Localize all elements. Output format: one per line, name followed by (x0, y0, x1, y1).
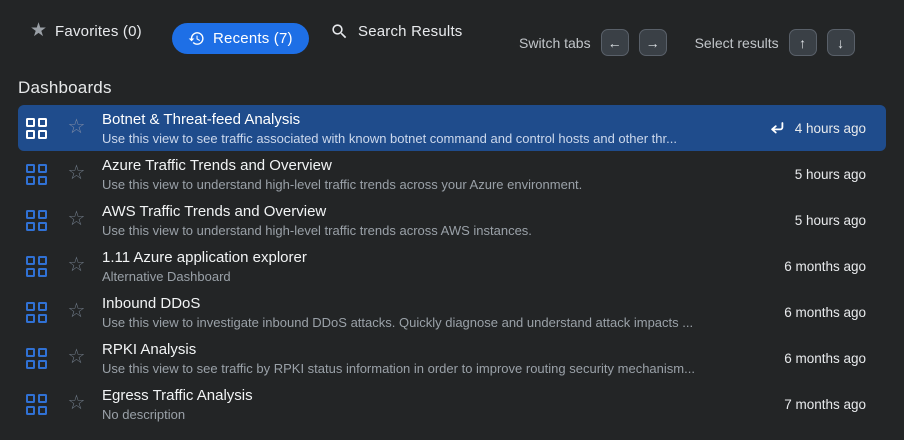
dashboard-grid-icon (26, 301, 47, 323)
item-text: 1.11 Azure application explorer Alternat… (102, 249, 307, 284)
item-meta: 6 months ago (784, 259, 886, 274)
favorite-star-icon[interactable]: ☆ (66, 347, 87, 367)
tab-favorites-label: Favorites (0) (55, 23, 142, 40)
item-meta: 4 hours ago (768, 119, 886, 137)
dashboard-grid-icon (26, 255, 47, 277)
item-meta: 6 months ago (784, 351, 886, 366)
item-description: Use this view to investigate inbound DDo… (102, 314, 694, 330)
history-icon (188, 30, 205, 47)
item-description: Use this view to see traffic associated … (102, 130, 677, 146)
keyboard-shortcuts: Switch tabs ← → Select results ↑ ↓ (519, 29, 855, 56)
item-description: Use this view to understand high-level t… (102, 222, 532, 238)
dashboard-grid-icon (26, 209, 47, 231)
enter-key-icon (768, 119, 786, 137)
item-title: 1.11 Azure application explorer (102, 248, 307, 266)
item-title: RPKI Analysis (102, 340, 197, 358)
dashboard-list: ☆ Botnet & Threat-feed Analysis Use this… (18, 105, 886, 427)
item-description: No description (102, 406, 186, 422)
item-meta: 5 hours ago (795, 167, 886, 182)
tab-bar: ★ Favorites (0) Recents (7) Search Resul… (0, 0, 904, 70)
timestamp: 6 months ago (784, 350, 866, 366)
item-title: Inbound DDoS (102, 294, 201, 312)
item-text: Inbound DDoS Use this view to investigat… (102, 295, 693, 330)
item-description: Use this view to understand high-level t… (102, 176, 583, 192)
favorite-star-icon[interactable]: ☆ (66, 301, 87, 321)
star-filled-icon: ★ (30, 20, 48, 41)
timestamp: 5 hours ago (794, 212, 866, 228)
section-title: Dashboards (18, 78, 112, 97)
list-item[interactable]: ☆ Egress Traffic Analysis No description… (18, 381, 886, 427)
timestamp: 6 months ago (784, 304, 866, 320)
dashboard-grid-icon (26, 117, 47, 139)
item-text: Botnet & Threat-feed Analysis Use this v… (102, 111, 677, 146)
dashboard-search-panel: ★ Favorites (0) Recents (7) Search Resul… (0, 0, 904, 440)
list-item[interactable]: ☆ 1.11 Azure application explorer Altern… (18, 243, 886, 289)
dashboard-grid-icon (26, 163, 47, 185)
timestamp: 6 months ago (784, 258, 866, 274)
timestamp: 4 hours ago (794, 120, 866, 136)
arrow-up-button[interactable]: ↑ (788, 29, 817, 56)
item-meta: 7 months ago (784, 397, 886, 412)
dashboard-grid-icon (26, 393, 47, 415)
list-item[interactable]: ☆ RPKI Analysis Use this view to see tra… (18, 335, 886, 381)
item-title: AWS Traffic Trends and Overview (102, 202, 327, 220)
item-text: Azure Traffic Trends and Overview Use th… (102, 157, 582, 192)
item-title: Azure Traffic Trends and Overview (102, 156, 332, 174)
arrow-right-button[interactable]: → (638, 29, 667, 56)
item-meta: 5 hours ago (795, 213, 886, 228)
tab-favorites[interactable]: ★ Favorites (0) (30, 20, 142, 41)
favorite-star-icon[interactable]: ☆ (66, 117, 87, 137)
tab-search-results-label: Search Results (358, 23, 463, 40)
arrow-left-button[interactable]: ← (600, 29, 629, 56)
list-item[interactable]: ☆ AWS Traffic Trends and Overview Use th… (18, 197, 886, 243)
list-item[interactable]: ☆ Inbound DDoS Use this view to investig… (18, 289, 886, 335)
switch-tabs-label: Switch tabs (519, 34, 591, 51)
item-title: Botnet & Threat-feed Analysis (102, 110, 301, 128)
item-title: Egress Traffic Analysis (102, 386, 253, 404)
list-item[interactable]: ☆ Azure Traffic Trends and Overview Use … (18, 151, 886, 197)
timestamp: 7 months ago (784, 396, 866, 412)
tab-recents-label: Recents (7) (213, 30, 293, 47)
item-text: Egress Traffic Analysis No description (102, 387, 253, 422)
item-description: Alternative Dashboard (102, 268, 231, 284)
tab-recents[interactable]: Recents (7) (172, 23, 309, 54)
tab-search-results[interactable]: Search Results (330, 22, 463, 41)
favorite-star-icon[interactable]: ☆ (66, 255, 87, 275)
select-results-label: Select results (694, 34, 779, 51)
favorite-star-icon[interactable]: ☆ (66, 209, 87, 229)
item-meta: 6 months ago (784, 305, 886, 320)
favorite-star-icon[interactable]: ☆ (66, 393, 87, 413)
item-text: AWS Traffic Trends and Overview Use this… (102, 203, 532, 238)
favorite-star-icon[interactable]: ☆ (66, 163, 87, 183)
timestamp: 5 hours ago (794, 166, 866, 182)
item-description: Use this view to see traffic by RPKI sta… (102, 360, 695, 376)
list-item[interactable]: ☆ Botnet & Threat-feed Analysis Use this… (18, 105, 886, 151)
arrow-down-button[interactable]: ↓ (826, 29, 855, 56)
item-text: RPKI Analysis Use this view to see traff… (102, 341, 695, 376)
dashboard-grid-icon (26, 347, 47, 369)
search-icon (330, 22, 349, 41)
